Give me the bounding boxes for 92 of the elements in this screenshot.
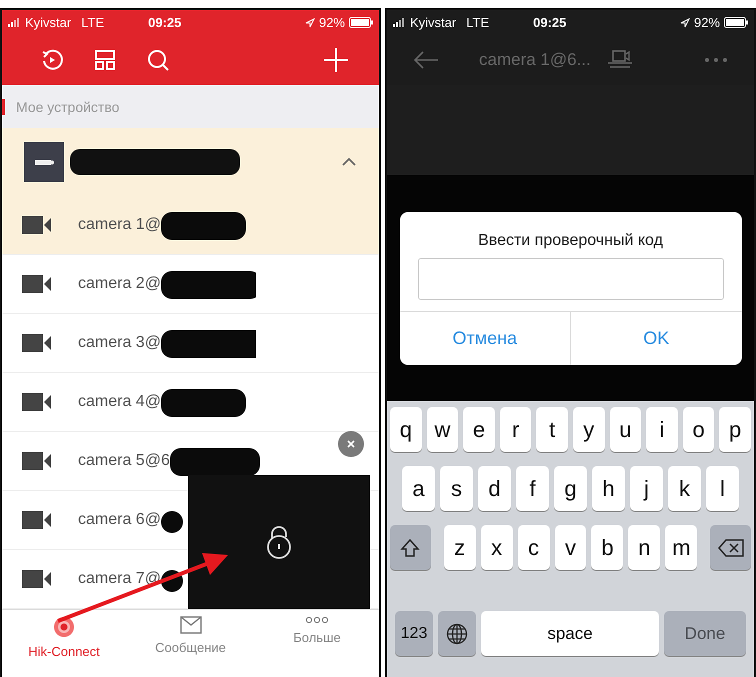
tab-item[interactable]: Hik-Connect [14, 616, 114, 677]
layout-icon[interactable] [94, 49, 116, 71]
envelope-icon [180, 616, 202, 634]
camera-name: camera 4@ [78, 393, 161, 411]
add-icon[interactable] [323, 47, 349, 73]
battery-percent: 92% [318, 15, 345, 30]
keyboard-key[interactable]: o [682, 407, 714, 452]
shift-key[interactable] [390, 525, 431, 570]
screen-title: camera 1@6... [479, 50, 591, 70]
camera-icon [22, 570, 52, 588]
monitor-icon[interactable] [606, 49, 633, 71]
keyboard-key[interactable]: k [668, 466, 701, 511]
space-key[interactable]: space [481, 611, 659, 656]
keyboard-key[interactable]: v [554, 525, 586, 570]
camera-row[interactable]: camera 2@ [2, 255, 379, 314]
keyboard-key[interactable]: d [478, 466, 511, 511]
record-icon [53, 616, 75, 638]
status-time: 09:25 [533, 15, 566, 30]
battery-percent: 92% [694, 15, 720, 30]
tab-item[interactable]: Сообщение [140, 616, 240, 677]
dialog-title: Ввести проверочный код [478, 232, 663, 250]
dialog-button[interactable]: Отмена [400, 312, 570, 365]
video-popup[interactable] [188, 475, 370, 609]
globe-icon [446, 622, 468, 644]
keyboard-key[interactable]: x [480, 525, 513, 570]
battery-icon [349, 17, 373, 28]
keyboard-key[interactable]: e [463, 407, 495, 452]
camera-row[interactable]: camera 3@ [2, 314, 379, 373]
camera-name: camera 1@ [78, 216, 161, 234]
recorder-icon [24, 142, 64, 182]
camera-row[interactable]: camera 4@ [2, 373, 379, 432]
network-type: LTE [81, 15, 104, 30]
status-time: 09:25 [148, 15, 182, 30]
keyboard-key[interactable]: h [592, 466, 625, 511]
camera-name: camera 6@ [78, 511, 161, 529]
section-title: Мое устройство [16, 98, 120, 114]
dialog-button[interactable]: OK [570, 312, 742, 365]
input-field[interactable] [418, 258, 724, 300]
carrier-name: Kyivstar [410, 15, 456, 30]
network-type: LTE [466, 15, 490, 30]
shift-icon [400, 538, 420, 558]
keyboard-key[interactable]: f [516, 466, 549, 511]
numbers-key[interactable]: 123 [395, 611, 433, 656]
keyboard-key[interactable]: y [573, 407, 605, 452]
camera-icon [22, 275, 52, 293]
camera-icon [22, 452, 52, 470]
camera-name: camera 5@6 [78, 452, 170, 470]
keyboard-key[interactable]: n [628, 525, 660, 570]
keyboard-key[interactable]: p [719, 407, 751, 452]
camera-icon [22, 511, 52, 529]
keyboard-key[interactable]: w [426, 407, 458, 452]
close-icon [346, 439, 356, 449]
backspace-icon [718, 538, 744, 556]
camera-name: camera 3@ [78, 334, 161, 352]
location-icon [304, 18, 315, 28]
keyboard-key[interactable]: u [610, 407, 642, 452]
keyboard-key[interactable]: i [646, 407, 678, 452]
battery-icon [724, 17, 748, 28]
keyboard-key[interactable]: g [554, 466, 587, 511]
keyboard-key[interactable]: j [630, 466, 663, 511]
replay-icon[interactable] [40, 48, 64, 72]
globe-key[interactable] [438, 611, 476, 656]
done-key[interactable]: Done [664, 611, 746, 656]
more-icon [305, 616, 329, 624]
camera-icon [22, 216, 52, 234]
signal-icon [8, 18, 19, 27]
device-row[interactable] [2, 128, 379, 196]
back-arrow-icon[interactable] [413, 51, 439, 69]
tab-item[interactable]: Больше [267, 616, 367, 677]
camera-row[interactable]: camera 1@ [2, 196, 379, 255]
chevron-icon[interactable] [341, 157, 357, 167]
keyboard-key[interactable]: b [591, 525, 624, 570]
keyboard-key[interactable]: t [536, 407, 568, 452]
delete-key[interactable] [710, 525, 752, 570]
more-icon[interactable] [704, 57, 728, 63]
keyboard-key[interactable]: c [518, 525, 550, 570]
keyboard-key[interactable]: r [500, 407, 532, 452]
camera-icon [22, 393, 52, 411]
keyboard-key[interactable]: m [665, 525, 698, 570]
keyboard-key[interactable]: l [706, 466, 739, 511]
close-button[interactable] [338, 431, 364, 457]
signal-icon [393, 18, 404, 27]
keyboard-key[interactable]: s [440, 466, 473, 511]
camera-icon [22, 334, 52, 352]
carrier-name: Kyivstar [25, 15, 72, 30]
search-icon[interactable] [146, 48, 170, 72]
keyboard-key[interactable]: q [390, 407, 422, 452]
keyboard-key[interactable]: a [402, 466, 435, 511]
lock-icon [265, 525, 293, 559]
location-icon [680, 18, 690, 28]
camera-name: camera 2@ [78, 275, 161, 293]
keyboard-key[interactable]: z [444, 525, 476, 570]
